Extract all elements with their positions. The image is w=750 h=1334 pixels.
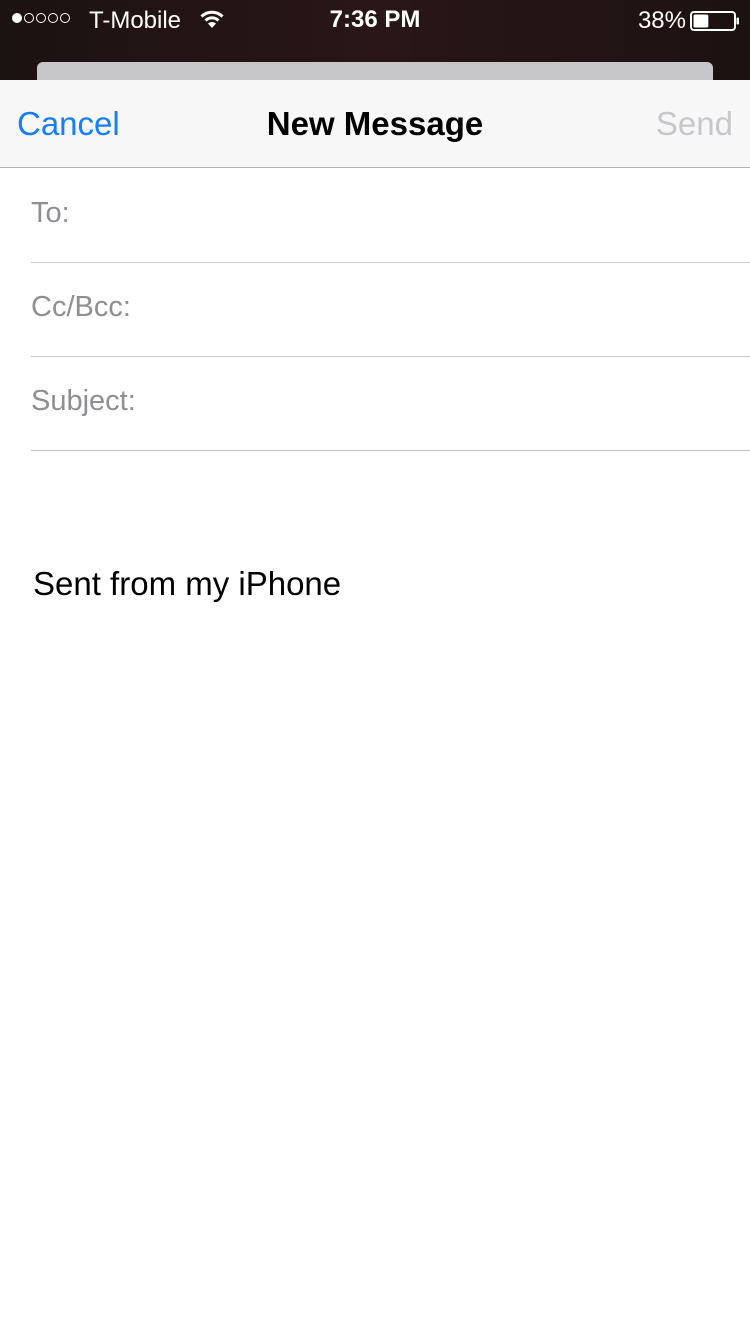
battery-icon	[690, 11, 739, 31]
subject-label: Subject:	[31, 384, 136, 417]
subject-input[interactable]	[143, 372, 750, 435]
to-label: To:	[31, 196, 70, 229]
to-field-row[interactable]: To:	[31, 169, 750, 263]
cc-bcc-field-row[interactable]: Cc/Bcc:	[31, 263, 750, 357]
message-body[interactable]: Sent from my iPhone	[0, 451, 750, 1334]
navigation-bar: Cancel New Message Send	[0, 80, 750, 168]
email-signature[interactable]: Sent from my iPhone	[33, 564, 341, 604]
battery-percentage: 38%	[637, 7, 686, 34]
mail-compose-screen: T-Mobile 7:36 PM 38% Cancel New Message …	[0, 0, 750, 1334]
cancel-button[interactable]: Cancel	[17, 104, 120, 144]
status-bar: T-Mobile 7:36 PM 38%	[0, 0, 750, 40]
to-input[interactable]	[77, 184, 750, 247]
send-button[interactable]: Send	[656, 104, 733, 144]
subject-field-row[interactable]: Subject:	[31, 357, 750, 451]
cc-bcc-label: Cc/Bcc:	[31, 290, 131, 323]
cc-bcc-input[interactable]	[138, 278, 750, 341]
